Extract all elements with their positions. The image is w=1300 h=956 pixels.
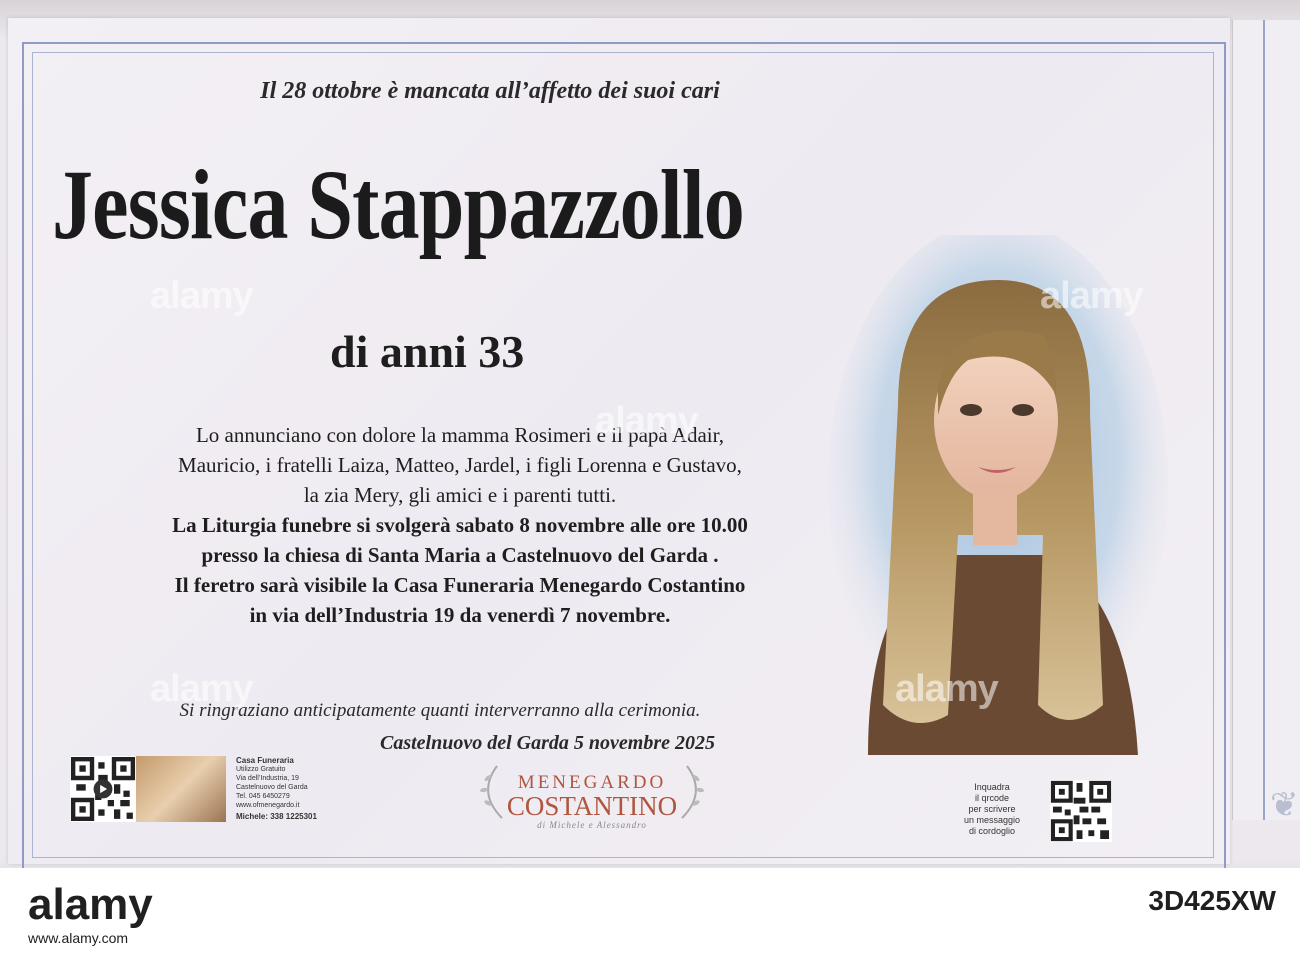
thanks-line: Si ringraziano anticipatamente quanti in… [179,700,701,721]
announcement-line: la zia Mery, gli amici e i parenti tutti… [303,483,617,507]
funeral-line: in via dell’Industria 19 da venerdì 7 no… [249,603,671,627]
watermark: alamy [595,400,699,442]
qr-code-icon[interactable] [1050,780,1112,842]
funeral-line: Il feretro sarà visibile la Casa Funerar… [174,573,746,597]
stock-footer-bar [0,868,1300,956]
watermark: alamy [895,668,999,710]
info-line: Utilizzo Gratuito [236,766,286,773]
stock-site[interactable]: www.alamy.com [28,930,128,946]
watermark: alamy [150,668,254,710]
info-line: Tel. 045 6450279 [236,793,290,800]
stock-logo: alamy [28,880,153,929]
funeral-home-logo: MENEGARDO COSTANTINO di Michele e Alessa… [472,758,712,830]
qr-note-line: Inquadra [974,782,1010,792]
qr-note-line: per scrivere [968,804,1016,814]
adjacent-poster [1232,20,1300,820]
deceased-name: Jessica Stappazzollo [52,149,745,260]
ornament-icon: ❦ [1270,787,1299,824]
qr-code-icon[interactable] [70,756,136,822]
funeral-line: presso la chiesa di Santa Maria a Castel… [201,543,719,567]
funeral-home-info: Casa Funeraria Utilizzo Gratuito Via del… [236,756,317,821]
qr-note-line: il qrcode [974,793,1010,803]
logo-main-text: COSTANTINO [506,791,678,821]
intro-line: Il 28 ottobre è mancata all’affetto dei … [260,78,720,104]
announcement-line: Lo annunciano con dolore la mamma Rosime… [195,423,725,447]
announcement-text: Lo annunciano con dolore la mamma Rosime… [60,420,860,630]
funeral-home-thumbnail [136,756,226,822]
qr-note-line: di cordoglio [968,826,1016,836]
watermark: alamy [1040,275,1144,317]
info-title: Casa Funeraria [236,756,294,765]
watermark: alamy [150,275,254,317]
logo-sub-text: di Michele e Alessandro [537,820,647,830]
deceased-age: di anni 33 [330,326,525,377]
info-link[interactable]: www.ofmenegardo.it [236,801,317,810]
stock-image-id: 3D425XW [1148,885,1276,916]
info-line: Castelnuovo del Garda [236,784,308,791]
funeral-line: La Liturgia funebre si svolgerà sabato 8… [172,513,748,537]
info-phone: Michele: 338 1225301 [236,812,317,821]
announcement-line: Mauricio, i fratelli Laiza, Matteo, Jard… [178,453,742,477]
qr-note: Inquadra il qrcode per scrivere un messa… [940,782,1044,837]
qr-note-line: un messaggio [963,815,1021,825]
place-date: Castelnuovo del Garda 5 novembre 2025 [380,732,715,754]
info-line: Via dell’Industria, 19 [236,775,299,782]
